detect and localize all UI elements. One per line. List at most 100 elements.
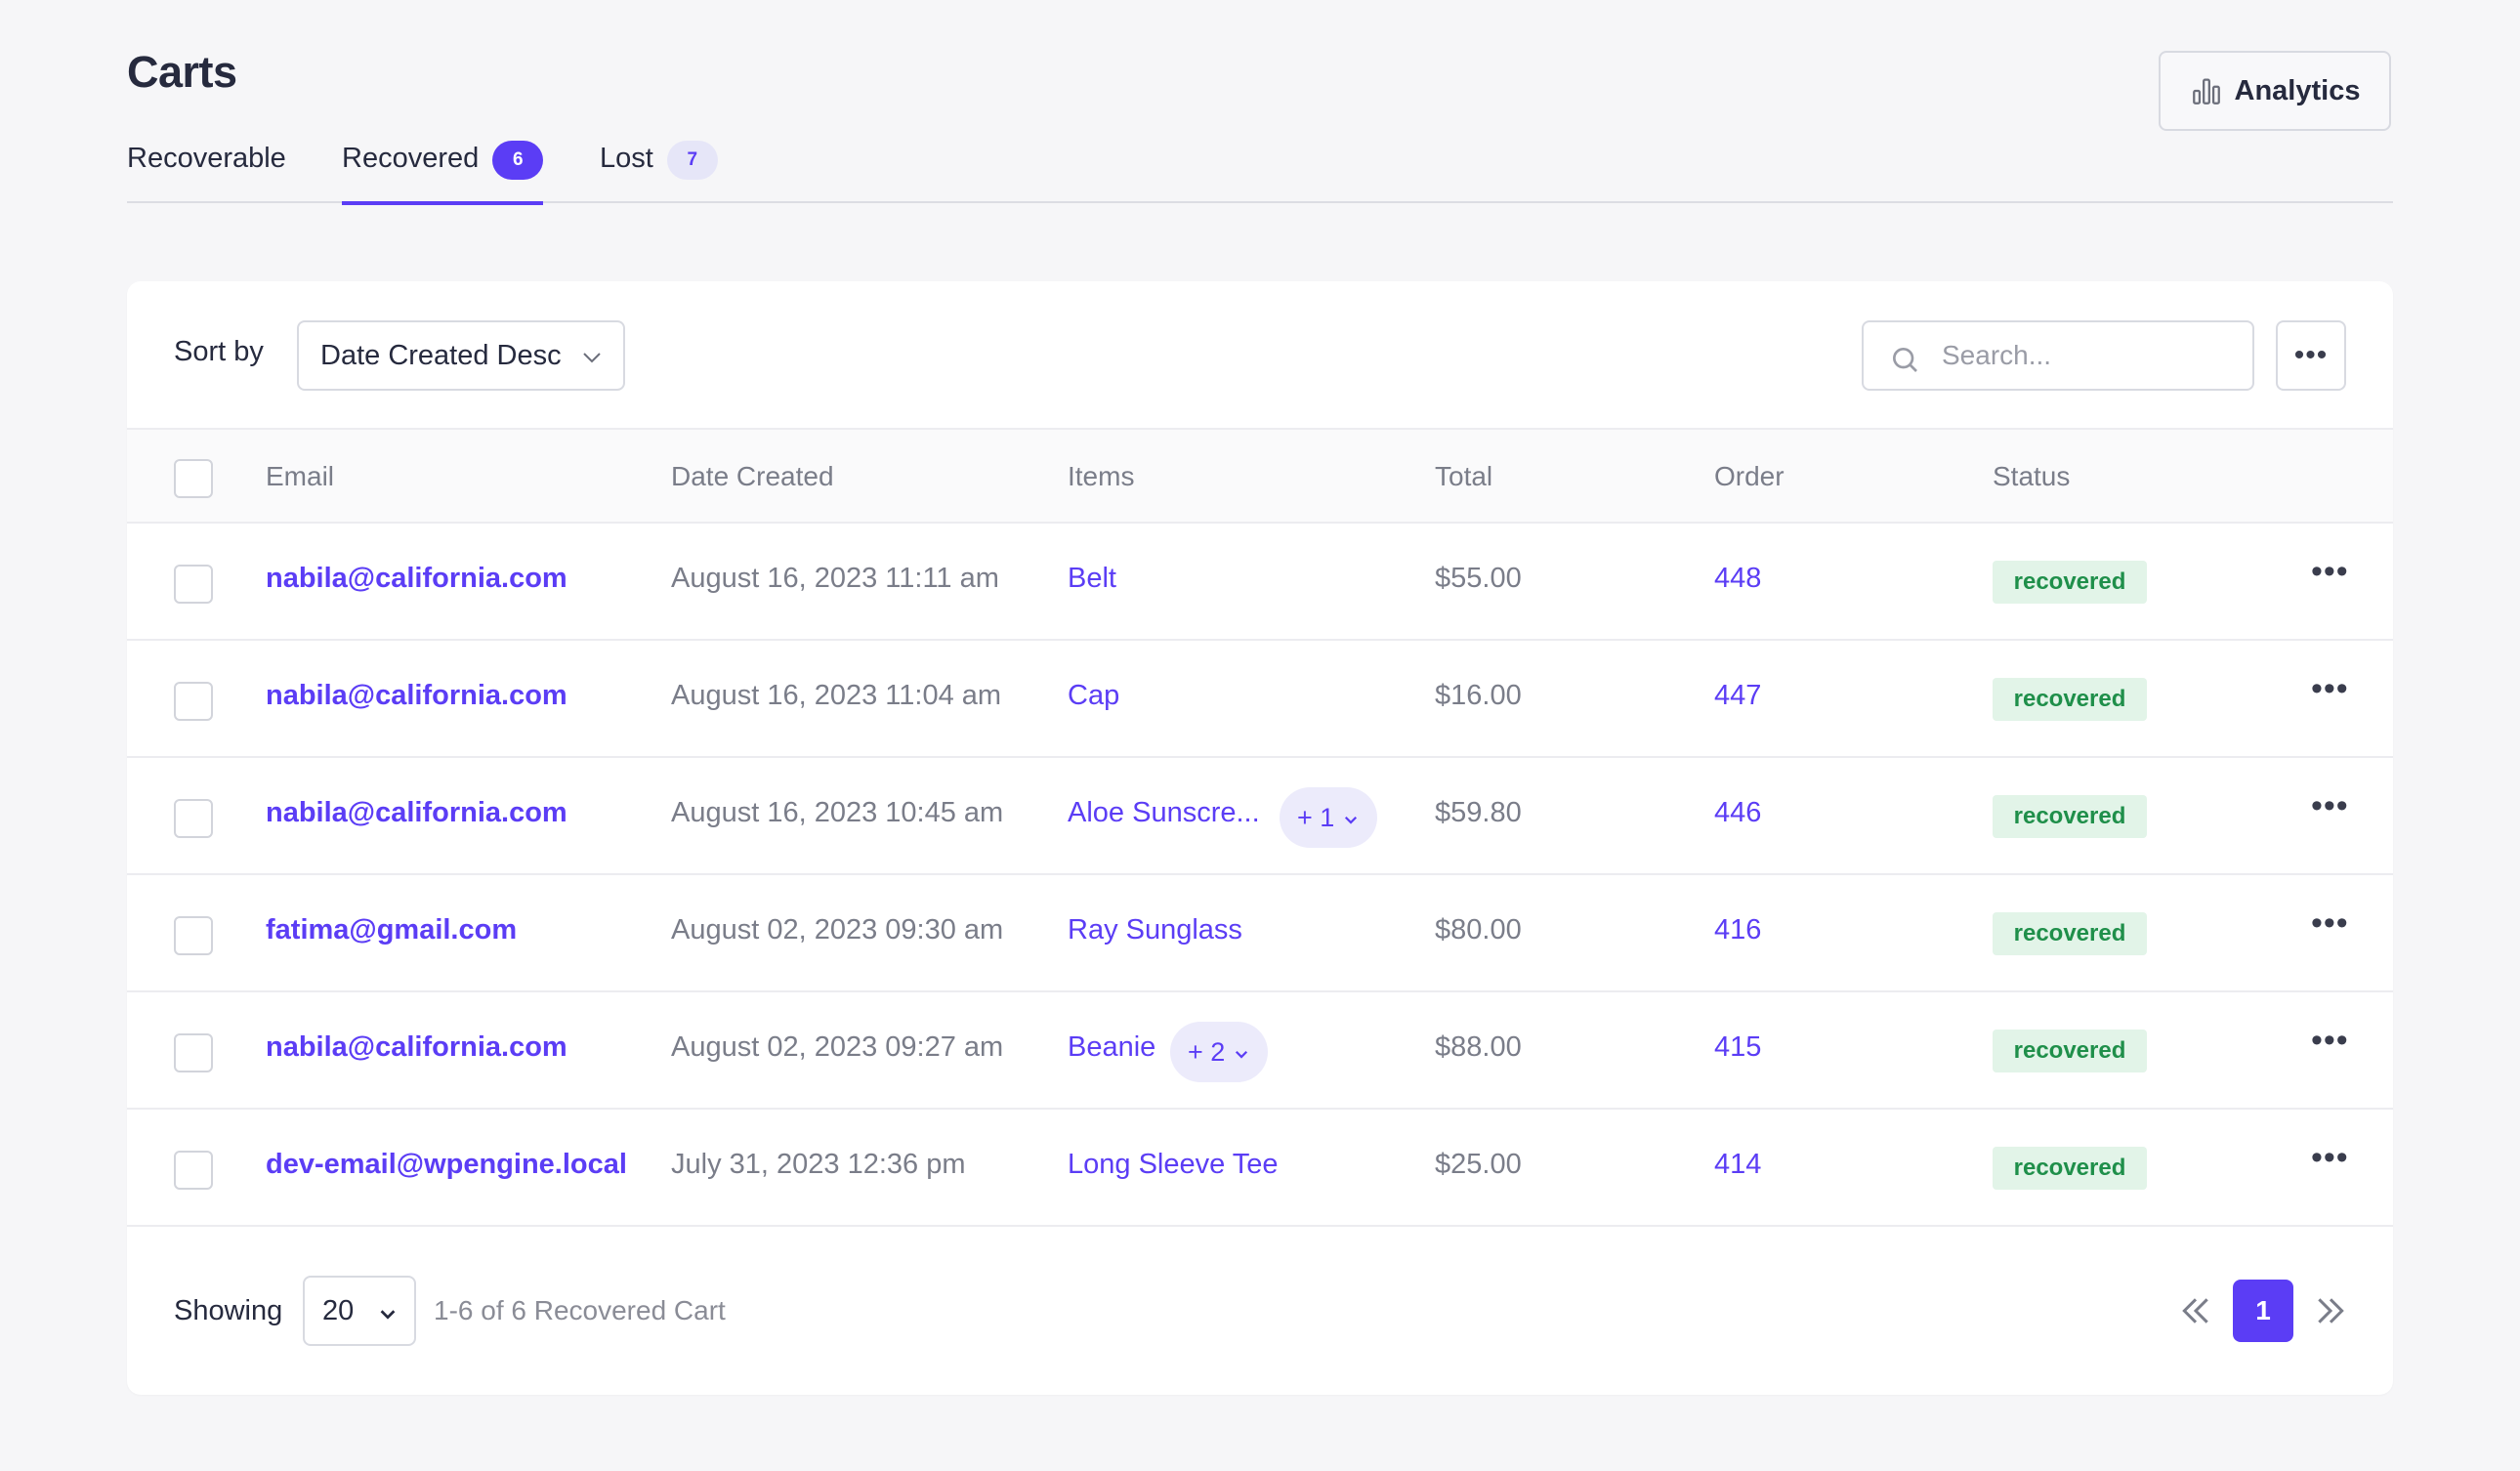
- search-input[interactable]: [1942, 336, 2235, 375]
- column-header-email: Email: [266, 461, 335, 491]
- chevron-double-right-icon[interactable]: [2311, 1291, 2350, 1330]
- table-header: Email Date Created Items Total Order Sta…: [127, 430, 2393, 524]
- count-badge: 6: [492, 141, 544, 180]
- date-created: August 02, 2023 09:30 am: [671, 914, 1004, 946]
- bar-chart-icon: [2192, 78, 2220, 105]
- row-actions-button[interactable]: •••: [2311, 904, 2349, 943]
- pagination-summary: 1-6 of 6 Recovered Cart: [434, 1295, 726, 1325]
- table-row: nabila@california.com August 16, 2023 11…: [127, 641, 2393, 758]
- email-link[interactable]: dev-email@wpengine.local: [266, 1149, 627, 1181]
- row-actions-button[interactable]: •••: [2311, 1139, 2349, 1177]
- row-actions-button[interactable]: •••: [2311, 787, 2349, 825]
- email-link[interactable]: nabila@california.com: [266, 563, 567, 595]
- date-created: August 16, 2023 10:45 am: [671, 797, 1004, 828]
- row-checkbox[interactable]: [174, 916, 213, 955]
- tab-recovered[interactable]: Recovered 6: [342, 137, 544, 205]
- more-items-pill[interactable]: + 2: [1170, 1022, 1269, 1082]
- item-link[interactable]: Beanie: [1068, 1031, 1155, 1064]
- chevron-down-icon: [1345, 816, 1358, 824]
- select-all-checkbox[interactable]: [174, 459, 213, 498]
- order-link[interactable]: 448: [1714, 563, 1761, 595]
- status-badge: recovered: [1993, 1147, 2147, 1190]
- table-row: fatima@gmail.com August 02, 2023 09:30 a…: [127, 875, 2393, 992]
- more-icon: •••: [2293, 339, 2329, 371]
- row-actions-button[interactable]: •••: [2311, 1022, 2349, 1060]
- tab-label: Lost: [600, 143, 653, 174]
- total-value: $25.00: [1435, 1149, 1522, 1180]
- showing-label: Showing: [174, 1295, 283, 1326]
- status-badge: recovered: [1993, 1030, 2147, 1072]
- table-row: nabila@california.com August 02, 2023 09…: [127, 992, 2393, 1110]
- carts-page: Carts Analytics Recoverable Recovered 6 …: [0, 0, 2520, 1471]
- status-tabs: Recoverable Recovered 6 Lost 7: [127, 137, 2393, 205]
- row-checkbox[interactable]: [174, 1151, 213, 1190]
- chevron-down-icon: [583, 353, 601, 363]
- table-row: nabila@california.com August 16, 2023 10…: [127, 758, 2393, 875]
- sort-select[interactable]: Date Created Desc: [297, 320, 625, 391]
- table-toolbar: Sort by Date Created Desc •••: [127, 281, 2393, 430]
- item-link[interactable]: Belt: [1068, 563, 1116, 595]
- page-number: 1: [2255, 1295, 2271, 1325]
- column-header-total: Total: [1435, 461, 1493, 491]
- search-icon: [1893, 348, 1917, 372]
- total-value: $88.00: [1435, 1031, 1522, 1063]
- column-header-order: Order: [1714, 461, 1785, 491]
- item-link[interactable]: Cap: [1068, 680, 1119, 712]
- chevron-down-icon: [380, 1310, 396, 1320]
- more-options-button[interactable]: •••: [2276, 320, 2346, 391]
- total-value: $55.00: [1435, 563, 1522, 594]
- chevron-down-icon: [1236, 1050, 1248, 1059]
- page-size-select[interactable]: 20: [303, 1276, 416, 1346]
- status-badge: recovered: [1993, 678, 2147, 721]
- row-actions-button[interactable]: •••: [2311, 670, 2349, 708]
- item-link[interactable]: Aloe Sunscre...: [1068, 797, 1260, 829]
- analytics-button[interactable]: Analytics: [2159, 51, 2391, 131]
- chevron-double-left-icon[interactable]: [2176, 1291, 2215, 1330]
- item-link[interactable]: Long Sleeve Tee: [1068, 1149, 1279, 1181]
- page-title: Carts: [127, 47, 237, 97]
- order-link[interactable]: 447: [1714, 680, 1761, 712]
- status-badge: recovered: [1993, 912, 2147, 955]
- tab-label: Recoverable: [127, 143, 286, 174]
- total-value: $80.00: [1435, 914, 1522, 946]
- date-created: July 31, 2023 12:36 pm: [671, 1149, 966, 1180]
- row-checkbox[interactable]: [174, 565, 213, 604]
- table-row: dev-email@wpengine.local July 31, 2023 1…: [127, 1110, 2393, 1227]
- tab-label: Recovered: [342, 143, 480, 174]
- email-link[interactable]: nabila@california.com: [266, 1031, 567, 1064]
- status-badge: recovered: [1993, 795, 2147, 838]
- order-link[interactable]: 415: [1714, 1031, 1761, 1064]
- more-items-count: + 1: [1297, 802, 1335, 832]
- date-created: August 02, 2023 09:27 am: [671, 1031, 1004, 1063]
- date-created: August 16, 2023 11:11 am: [671, 563, 999, 594]
- page-button-current[interactable]: 1: [2233, 1280, 2293, 1342]
- status-badge: recovered: [1993, 561, 2147, 604]
- carts-table-card: Sort by Date Created Desc ••• Email Date…: [127, 281, 2393, 1395]
- count-badge: 7: [666, 141, 718, 180]
- column-header-items: Items: [1068, 461, 1135, 491]
- search-box: [1862, 320, 2254, 391]
- table-row: nabila@california.com August 16, 2023 11…: [127, 524, 2393, 641]
- page-size-value: 20: [322, 1294, 355, 1326]
- date-created: August 16, 2023 11:04 am: [671, 680, 1002, 711]
- more-items-count: + 2: [1188, 1036, 1226, 1067]
- row-checkbox[interactable]: [174, 1033, 213, 1072]
- row-actions-button[interactable]: •••: [2311, 553, 2349, 591]
- order-link[interactable]: 446: [1714, 797, 1761, 829]
- tab-lost[interactable]: Lost 7: [600, 137, 718, 203]
- tab-recoverable[interactable]: Recoverable: [127, 137, 286, 203]
- total-value: $59.80: [1435, 797, 1522, 828]
- order-link[interactable]: 416: [1714, 914, 1761, 946]
- row-checkbox[interactable]: [174, 682, 213, 721]
- item-link[interactable]: Ray Sunglass: [1068, 914, 1242, 946]
- order-link[interactable]: 414: [1714, 1149, 1761, 1181]
- more-items-pill[interactable]: + 1: [1280, 787, 1378, 848]
- email-link[interactable]: nabila@california.com: [266, 797, 567, 829]
- email-link[interactable]: nabila@california.com: [266, 680, 567, 712]
- row-checkbox[interactable]: [174, 799, 213, 838]
- sort-value: Date Created Desc: [320, 339, 562, 371]
- email-link[interactable]: fatima@gmail.com: [266, 914, 517, 946]
- column-header-date: Date Created: [671, 461, 834, 491]
- column-header-status: Status: [1993, 461, 2071, 491]
- sort-label: Sort by: [174, 336, 264, 367]
